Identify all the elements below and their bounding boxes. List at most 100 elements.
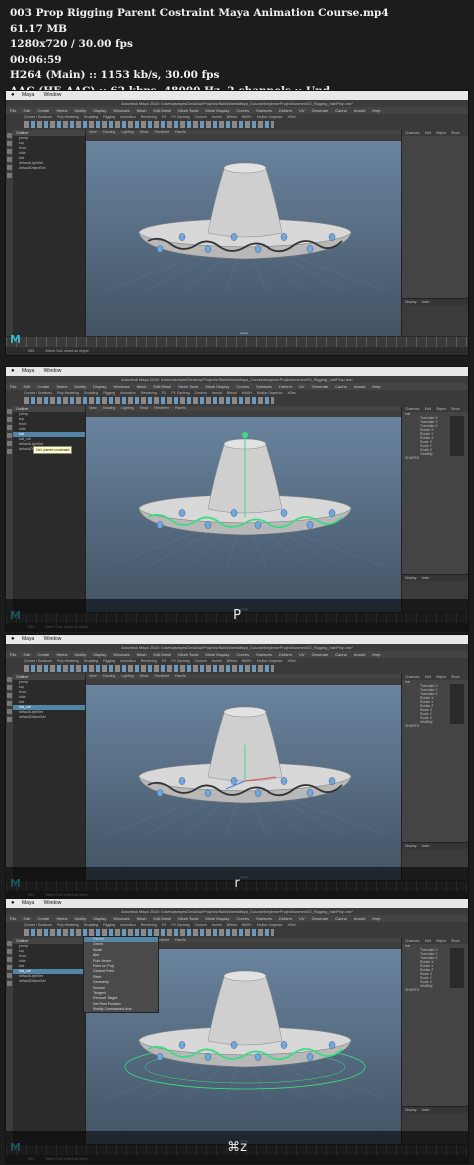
shelf-tab[interactable]: MASH	[242, 659, 252, 663]
menu-item[interactable]: Curves	[236, 384, 249, 389]
channel-attr-value[interactable]	[450, 432, 464, 436]
menu-item[interactable]: Select	[56, 652, 67, 657]
menu-item[interactable]: File	[10, 916, 16, 921]
viewport-menu-item[interactable]: Panels	[175, 674, 186, 678]
channel-attr-value[interactable]	[450, 968, 464, 972]
shelf-tab[interactable]: Rendering	[141, 391, 157, 395]
channel-attr-value[interactable]	[450, 708, 464, 712]
channel-attr-value[interactable]	[450, 684, 464, 688]
menu-item[interactable]: Modify	[75, 108, 87, 113]
sombrero-model[interactable]	[86, 685, 404, 855]
shelf-icons[interactable]	[24, 121, 274, 128]
move-tool-icon[interactable]	[7, 965, 12, 970]
shelf-tab[interactable]: Sculpting	[84, 115, 98, 119]
shelf-tab[interactable]: Bifrost	[227, 115, 237, 119]
shelf-tab[interactable]: XGen	[287, 923, 296, 927]
shelf-tab[interactable]: FX Caching	[171, 391, 189, 395]
shelf-tab[interactable]: Motion Graphics	[257, 659, 282, 663]
viewport-menu-item[interactable]: Renderer	[154, 674, 169, 678]
menu-item[interactable]: Help	[372, 916, 380, 921]
menu-item[interactable]: Surfaces	[256, 916, 272, 921]
menu-item[interactable]: Cache	[335, 916, 347, 921]
sombrero-model[interactable]	[86, 141, 404, 311]
shelf-tab[interactable]: FX Caching	[171, 923, 189, 927]
layer-tab[interactable]: Anim	[421, 300, 429, 304]
layer-tab[interactable]: Display	[405, 576, 416, 580]
channel-tab[interactable]: Show	[451, 939, 460, 943]
move-tool-icon[interactable]	[7, 433, 12, 438]
channel-attr-value[interactable]	[450, 416, 464, 420]
apple-icon[interactable]: ●	[11, 635, 15, 644]
menu-item[interactable]: Surfaces	[256, 652, 272, 657]
channel-attr-value[interactable]	[450, 964, 464, 968]
mac-menu-maya[interactable]: Maya	[22, 900, 34, 906]
menu-item[interactable]: UV	[299, 108, 305, 113]
menu-item[interactable]: Surfaces	[256, 108, 272, 113]
outliner-item[interactable]: defaultObjectSet	[13, 715, 85, 720]
channel-tab[interactable]: Edit	[425, 131, 431, 135]
outliner-item[interactable]: defaultObjectSet	[13, 166, 85, 171]
menu-item[interactable]: Deform	[279, 108, 292, 113]
menu-item[interactable]: Create	[37, 916, 49, 921]
menu-item[interactable]: UV	[299, 384, 305, 389]
menu-item[interactable]: Generate	[312, 384, 329, 389]
channel-attr-value[interactable]	[450, 436, 464, 440]
shelf-tab[interactable]: FX Caching	[171, 115, 189, 119]
shelf-tab[interactable]: Rendering	[141, 115, 157, 119]
channel-attr-value[interactable]	[450, 692, 464, 696]
menu-item[interactable]: Generate	[312, 916, 329, 921]
channel-tab[interactable]: Show	[451, 407, 460, 411]
lasso-tool-icon[interactable]	[7, 949, 12, 954]
shelf-tab[interactable]: Rendering	[141, 659, 157, 663]
channel-attr-value[interactable]	[450, 440, 464, 444]
menu-item[interactable]: Help	[372, 108, 380, 113]
channel-tab[interactable]: Channels	[405, 407, 420, 411]
menu-item[interactable]: Edit Mesh	[153, 108, 171, 113]
channel-attr-value[interactable]	[450, 980, 464, 984]
scale-tool-icon[interactable]	[7, 449, 12, 454]
menu-item[interactable]: Mesh	[137, 916, 147, 921]
menu-item[interactable]: Mesh Tools	[178, 384, 198, 389]
viewport-menu-item[interactable]: Show	[140, 406, 149, 410]
shelf-tab[interactable]: Arnold	[212, 659, 222, 663]
shelf-tab[interactable]: FX	[162, 391, 166, 395]
rotate-tool-icon[interactable]	[7, 973, 12, 978]
shelf-tab[interactable]: Motion Graphics	[257, 391, 282, 395]
viewport-menu-item[interactable]: Shading	[103, 406, 116, 410]
shelf-tab[interactable]: FX	[162, 923, 166, 927]
menu-item[interactable]: Mesh	[137, 384, 147, 389]
channel-tab[interactable]: Channels	[405, 131, 420, 135]
menu-item[interactable]: Mesh Tools	[178, 652, 198, 657]
menu-item[interactable]: Mesh Display	[205, 916, 229, 921]
menu-item[interactable]: Edit Mesh	[153, 384, 171, 389]
menu-item[interactable]: Surfaces	[256, 384, 272, 389]
layer-tab[interactable]: Anim	[421, 576, 429, 580]
channel-attr-value[interactable]	[450, 428, 464, 432]
shelf-tab[interactable]: Animation	[120, 115, 136, 119]
shelf-tab[interactable]: Custom	[195, 391, 207, 395]
menu-item[interactable]: Mesh Tools	[178, 916, 198, 921]
menu-item[interactable]: UV	[299, 916, 305, 921]
menu-item[interactable]: Select	[56, 108, 67, 113]
outliner-item[interactable]: defaultObjectSet	[13, 979, 85, 984]
shelf-tab[interactable]: Rendering	[141, 923, 157, 927]
viewport-menu-item[interactable]: Renderer	[154, 406, 169, 410]
mel-label[interactable]: MEL	[28, 349, 35, 353]
channel-attr-value[interactable]	[450, 704, 464, 708]
menu-item[interactable]: Arnold	[354, 108, 366, 113]
layer-tab[interactable]: Anim	[421, 1108, 429, 1112]
channel-tab[interactable]: Object	[436, 675, 446, 679]
menu-item[interactable]: Windows	[113, 384, 129, 389]
layer-tab[interactable]: Display	[405, 300, 416, 304]
channel-attr-value[interactable]	[450, 444, 464, 448]
viewport-menu-item[interactable]: Renderer	[154, 130, 169, 134]
menu-item[interactable]: Windows	[113, 108, 129, 113]
viewport-menu-item[interactable]: Lighting	[121, 130, 133, 134]
shelf-tab[interactable]: Bifrost	[227, 659, 237, 663]
menu-item[interactable]: Cache	[335, 652, 347, 657]
menu-item[interactable]: File	[10, 652, 16, 657]
channel-tab[interactable]: Object	[436, 407, 446, 411]
menu-item[interactable]: Deform	[279, 384, 292, 389]
shelf-tab[interactable]: Motion Graphics	[257, 923, 282, 927]
shelf-tab[interactable]: Motion Graphics	[257, 115, 282, 119]
